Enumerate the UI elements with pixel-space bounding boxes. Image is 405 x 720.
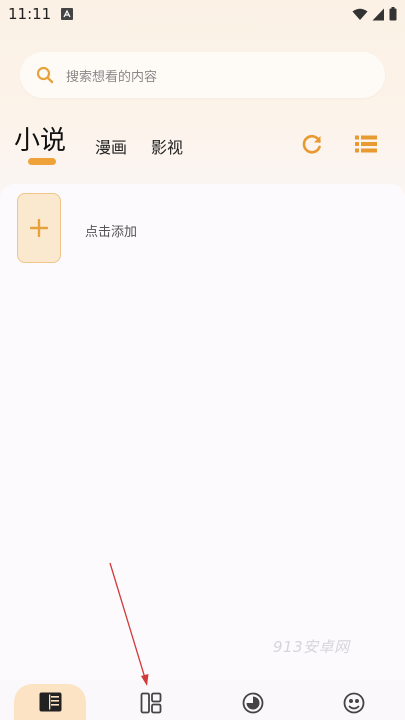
notification-a-icon [61,8,73,20]
watermark: 913安卓网 [273,638,350,656]
tab-novel[interactable]: 小说 [14,120,66,157]
search-box[interactable]: 搜索想看的内容 [20,52,385,98]
status-icons [352,7,397,21]
list-icon[interactable] [355,135,377,153]
signal-icon [372,8,384,20]
nav-bookshelf[interactable] [14,684,86,720]
status-time: 11:11 [8,5,52,23]
search-input[interactable]: 搜索想看的内容 [66,66,157,85]
tab-comic[interactable]: 漫画 [95,134,127,158]
refresh-icon[interactable] [301,133,323,155]
discover-icon [140,692,162,714]
nav-mine[interactable] [318,684,390,720]
bookshelf-icon [39,692,62,712]
add-book-button[interactable] [17,193,61,263]
bottom-nav [0,680,405,720]
wifi-icon [352,8,368,20]
plus-icon [30,219,48,237]
bookshelf-panel [0,184,405,680]
tab-video[interactable]: 影视 [151,134,183,158]
status-bar: 11:11 [0,0,405,30]
nav-rss[interactable] [217,684,289,720]
annotation-arrow [109,562,149,686]
battery-icon [389,7,397,21]
rss-icon [242,692,264,714]
nav-discover[interactable] [115,684,187,720]
add-book-label[interactable]: 点击添加 [85,221,137,240]
mine-icon [343,692,365,714]
search-icon [36,66,54,84]
tab-indicator [28,158,56,165]
